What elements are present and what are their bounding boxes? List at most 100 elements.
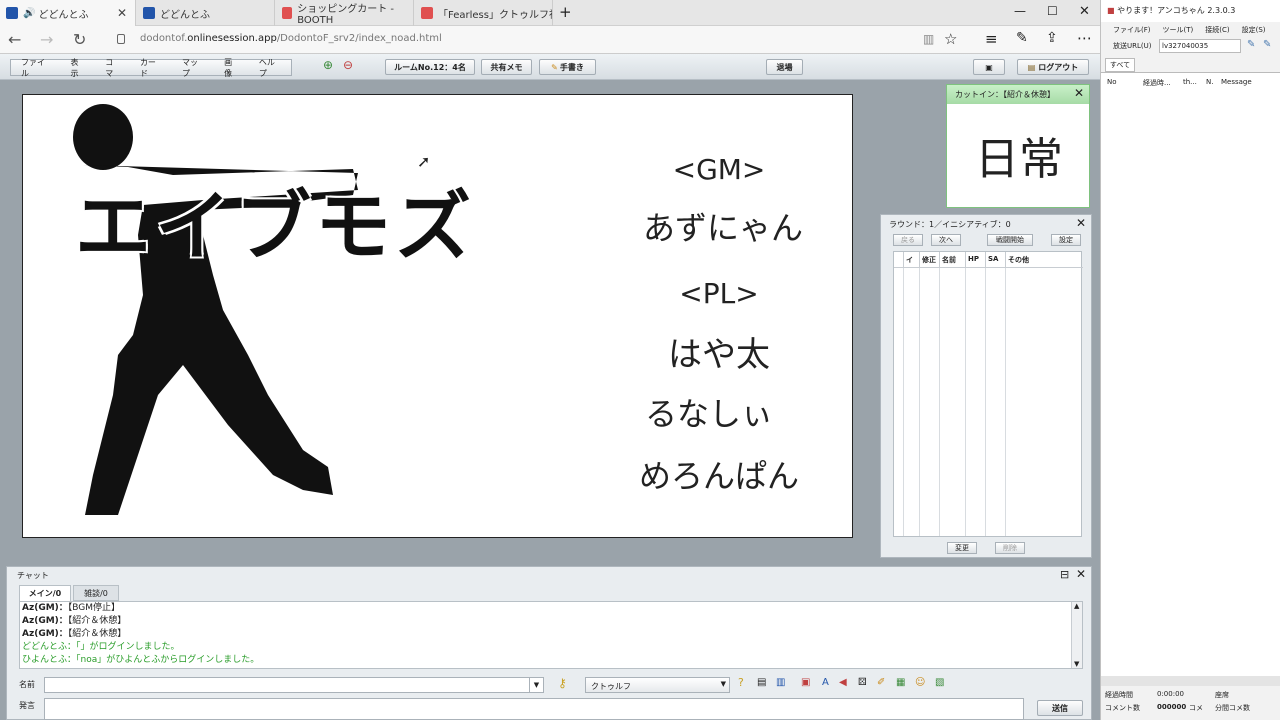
handwrite-button[interactable]: ✎ 手書き: [539, 59, 596, 75]
chat-log[interactable]: Az(GM)：【BGM停止】 Az(GM)：【紹介＆休憩】 Az(GM)：【紹介…: [19, 601, 1083, 669]
connect-icon[interactable]: ✎: [1247, 39, 1255, 50]
close-icon[interactable]: ✕: [1074, 86, 1084, 100]
column-header[interactable]: イニ: [904, 252, 920, 268]
document-icon[interactable]: ▤: [757, 677, 766, 688]
column-header[interactable]: SA: [986, 252, 1006, 268]
mouse-cursor-icon: ➚: [417, 152, 431, 171]
close-window-icon[interactable]: ✕: [1079, 4, 1090, 19]
browser-tab-3[interactable]: ショッピングカート - BOOTH: [276, 0, 414, 26]
browser-tab-4[interactable]: 「Fearless」クトゥルフ神話TRPG: [415, 0, 553, 26]
edit-icon[interactable]: ▣: [801, 677, 810, 688]
url-field[interactable]: dodontof.onlinesession.app/DodontoF_srv2…: [140, 33, 442, 44]
anko-icon: ■: [1107, 6, 1118, 15]
column-header[interactable]: 修正: [920, 252, 940, 268]
logout-button[interactable]: ▤ ログアウト: [1017, 59, 1089, 75]
menu-view[interactable]: 表示: [60, 57, 95, 79]
shared-memo-button[interactable]: 共有メモ: [481, 59, 532, 75]
web-note-icon[interactable]: ✎: [1016, 30, 1028, 46]
gm-label: <GM>: [672, 153, 766, 186]
hub-icon[interactable]: ≡: [985, 30, 998, 48]
book-icon[interactable]: ▥: [776, 677, 785, 688]
column-header[interactable]: 名前: [940, 252, 966, 268]
help-icon[interactable]: ?: [738, 676, 744, 689]
chat-tab-main[interactable]: メイン/0: [19, 585, 71, 601]
column-header[interactable]: N.: [1206, 78, 1213, 86]
font-icon[interactable]: A: [822, 677, 829, 688]
dice-icon[interactable]: ⚄: [858, 677, 867, 688]
broom-icon[interactable]: ✐: [877, 677, 885, 688]
next-button[interactable]: 次へ: [931, 234, 961, 246]
cutin-text: 日常: [957, 109, 1081, 201]
column-header[interactable]: th...: [1183, 78, 1197, 86]
viewer-menu-connect[interactable]: 接続(C): [1205, 25, 1229, 38]
column-divider: [986, 268, 1006, 536]
scroll-down-icon[interactable]: ▼: [1074, 660, 1079, 668]
film-icon[interactable]: ▦: [896, 677, 905, 688]
room-info-button[interactable]: ルームNo.12：4名: [385, 59, 475, 75]
minimize-panel-icon[interactable]: ⊟: [1060, 568, 1069, 581]
refresh-icon[interactable]: ↻: [73, 30, 86, 49]
browser-tab-1[interactable]: 🔊 どどんとふ ✕: [0, 0, 136, 26]
camera-button[interactable]: ▣: [973, 59, 1005, 75]
disconnect-icon[interactable]: ✎: [1263, 39, 1271, 50]
message-input[interactable]: [44, 698, 1024, 720]
close-icon[interactable]: ✕: [1076, 567, 1086, 581]
broadcast-url-input[interactable]: lv327040035: [1159, 39, 1241, 53]
viewer-menu-tools[interactable]: ツール(T): [1163, 25, 1194, 38]
change-button[interactable]: 変更: [947, 542, 977, 554]
game-map[interactable]: エイブモズ <GM> あずにゃん <PL> はや太 るなしぃ めろんぱん: [22, 94, 853, 538]
menu-map[interactable]: マップ: [172, 57, 214, 79]
back-button[interactable]: 戻る: [893, 234, 923, 246]
pencil-icon: ✎: [551, 62, 558, 72]
horizontal-scrollbar[interactable]: [1101, 676, 1280, 686]
scroll-up-icon[interactable]: ▲: [1074, 602, 1079, 610]
settings-button[interactable]: 設定: [1051, 234, 1081, 246]
forward-icon[interactable]: →: [40, 30, 53, 49]
close-icon[interactable]: ✕: [1076, 216, 1086, 230]
maximize-icon[interactable]: ☐: [1047, 4, 1058, 18]
minimize-icon[interactable]: —: [1014, 4, 1026, 18]
name-input[interactable]: ▼: [44, 677, 544, 693]
chevron-down-icon[interactable]: ▼: [529, 678, 543, 692]
column-header[interactable]: No: [1107, 78, 1117, 86]
menu-piece[interactable]: コマ: [95, 57, 130, 79]
share-icon[interactable]: ⇪: [1046, 30, 1058, 46]
column-header[interactable]: Message: [1221, 78, 1252, 86]
new-tab-button[interactable]: +: [559, 3, 572, 21]
close-tab-icon[interactable]: ✕: [117, 6, 127, 20]
key-icon[interactable]: ⚷: [558, 676, 567, 690]
character-icon[interactable]: ☺: [915, 677, 925, 688]
browser-tab-2[interactable]: どどんとふ: [137, 0, 275, 26]
send-button[interactable]: 送信: [1037, 700, 1083, 716]
column-header[interactable]: HP: [966, 252, 986, 268]
sound-icon[interactable]: ◀: [839, 677, 847, 688]
chat-scrollbar[interactable]: ▲ ▼: [1071, 602, 1082, 668]
menu-image[interactable]: 画像: [214, 57, 249, 79]
broadcast-url-label: 放送URL(U): [1113, 42, 1152, 50]
back-icon[interactable]: ←: [8, 30, 21, 49]
menu-help[interactable]: ヘルプ: [249, 57, 291, 79]
menu-bar: ファイル 表示 コマ カード マップ 画像 ヘルプ: [10, 57, 292, 79]
export-icon[interactable]: ▧: [935, 677, 944, 688]
more-icon[interactable]: ⋯: [1077, 29, 1092, 47]
viewer-menu-settings[interactable]: 設定(S): [1242, 25, 1266, 38]
chat-message: Az(GM)：【BGM停止】: [22, 603, 121, 613]
comment-list[interactable]: No 経過時... th... N. Message: [1101, 72, 1280, 676]
name-label: 名前: [19, 680, 35, 689]
favorite-star-icon[interactable]: ☆: [944, 30, 957, 48]
leave-button[interactable]: 退場: [766, 59, 803, 75]
column-header[interactable]: 経過時...: [1143, 78, 1171, 88]
menu-card[interactable]: カード: [130, 57, 172, 79]
delete-button[interactable]: 削除: [995, 542, 1025, 554]
tab-all[interactable]: すべて: [1105, 58, 1135, 72]
battle-start-button[interactable]: 戦闘開始: [987, 234, 1033, 246]
zoom-out-icon[interactable]: ⊖: [343, 58, 353, 72]
menu-file[interactable]: ファイル: [11, 57, 60, 79]
zoom-in-icon[interactable]: ⊕: [323, 58, 333, 72]
dice-system-select[interactable]: クトゥルフ ▼: [585, 677, 730, 693]
chat-message: Az(GM)：【紹介＆休憩】: [22, 616, 127, 626]
viewer-menu-file[interactable]: ファイル(F): [1113, 25, 1151, 38]
column-header[interactable]: その他: [1006, 252, 1083, 268]
reading-view-icon[interactable]: ▥: [923, 32, 934, 46]
chat-tab-chatter[interactable]: 雑談/0: [73, 585, 119, 601]
